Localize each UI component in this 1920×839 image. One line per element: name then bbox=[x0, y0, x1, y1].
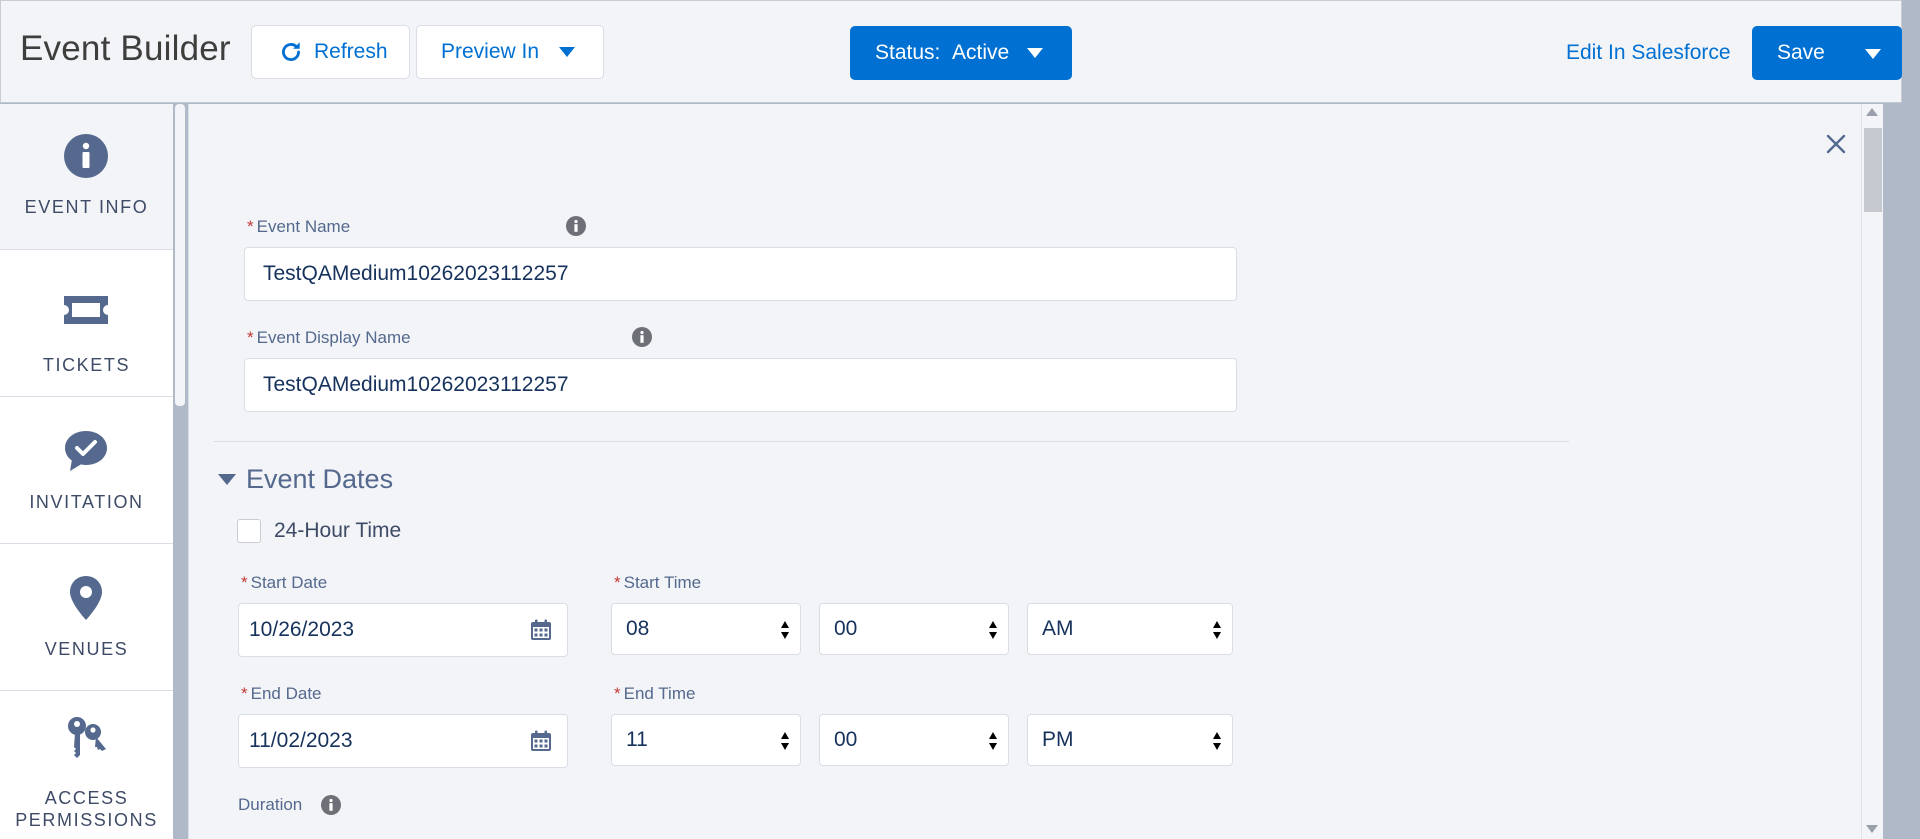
required-indicator: * bbox=[241, 684, 248, 703]
start-time-label-text: Start Time bbox=[623, 573, 702, 592]
required-indicator: * bbox=[247, 328, 254, 347]
select-arrows-icon bbox=[989, 621, 997, 639]
sidebar-item-label: ACCESS bbox=[44, 788, 129, 808]
start-minute-value: 00 bbox=[834, 617, 858, 640]
sidebar-item-label: EVENT INFO bbox=[24, 197, 149, 217]
save-menu-chevron-icon[interactable] bbox=[1865, 49, 1881, 59]
info-icon[interactable] bbox=[631, 326, 653, 348]
calendar-icon[interactable] bbox=[529, 618, 553, 642]
main-scrollbar-thumb[interactable] bbox=[1864, 128, 1882, 212]
start-hour-select[interactable]: 08 bbox=[611, 603, 801, 655]
required-indicator: * bbox=[241, 573, 248, 592]
select-arrows-icon bbox=[781, 621, 789, 639]
close-icon[interactable] bbox=[1822, 130, 1850, 158]
24-hour-time-checkbox[interactable] bbox=[237, 519, 261, 543]
preview-in-button[interactable]: Preview In bbox=[416, 25, 604, 79]
event-display-name-label-text: Event Display Name bbox=[256, 328, 411, 347]
keys-icon bbox=[68, 717, 106, 758]
scroll-up-arrow-icon[interactable] bbox=[1866, 108, 1878, 116]
event-display-name-input[interactable]: TestQAMedium10262023112257 bbox=[244, 358, 1237, 412]
end-minute-value: 00 bbox=[834, 728, 858, 751]
chat-check-icon bbox=[65, 431, 107, 471]
event-display-name-label: * Event Display Name bbox=[247, 328, 411, 348]
select-arrows-icon bbox=[1213, 621, 1221, 639]
refresh-label: Refresh bbox=[314, 40, 388, 63]
duration-label: Duration bbox=[238, 795, 303, 814]
window-scrollbar[interactable] bbox=[1883, 104, 1920, 839]
end-time-label-text: End Time bbox=[623, 684, 696, 703]
info-icon[interactable] bbox=[565, 215, 587, 237]
preview-label: Preview In bbox=[441, 40, 540, 63]
sidebar-item-invitation[interactable]: INVITATION bbox=[0, 397, 173, 544]
chevron-down-icon bbox=[559, 47, 576, 57]
event-info-panel: * Event Name TestQAMedium10262023112257 *… bbox=[188, 104, 1861, 839]
24-hour-time-label: 24-Hour Time bbox=[274, 519, 402, 542]
required-indicator: * bbox=[247, 217, 254, 236]
location-pin-icon bbox=[70, 576, 102, 620]
sidebar-item-label-line2: PERMISSIONS bbox=[15, 810, 158, 830]
event-dates-section-toggle[interactable]: Event Dates bbox=[218, 464, 393, 495]
start-ampm-select[interactable]: AM bbox=[1027, 603, 1233, 655]
outer-scroll-top bbox=[1902, 0, 1920, 104]
start-date-label: * Start Date bbox=[241, 573, 327, 593]
event-name-label: * Event Name bbox=[247, 217, 350, 237]
builder-sidebar: EVENT INFO TICKETS INVITATION VENUES ACC… bbox=[0, 104, 173, 839]
app-title: Event Builder bbox=[20, 29, 231, 68]
start-date-value: 10/26/2023 bbox=[249, 618, 355, 641]
status-dropdown-button[interactable]: Status: Active bbox=[850, 26, 1072, 80]
calendar-icon[interactable] bbox=[529, 729, 553, 753]
ticket-icon bbox=[64, 296, 108, 324]
sidebar-item-venues[interactable]: VENUES bbox=[0, 544, 173, 691]
info-icon[interactable] bbox=[320, 794, 342, 816]
sidebar-item-event-info[interactable]: EVENT INFO bbox=[0, 104, 173, 250]
start-minute-select[interactable]: 00 bbox=[819, 603, 1009, 655]
sidebar-item-tickets[interactable]: TICKETS bbox=[0, 250, 173, 397]
sidebar-item-access-permissions[interactable]: ACCESS PERMISSIONS bbox=[0, 691, 173, 839]
edit-in-salesforce-link[interactable]: Edit In Salesforce bbox=[1566, 41, 1731, 65]
status-value: Active bbox=[952, 41, 1010, 64]
end-ampm-value: PM bbox=[1042, 728, 1074, 751]
end-date-label-text: End Date bbox=[250, 684, 322, 703]
end-date-label: * End Date bbox=[241, 684, 322, 704]
section-title: Event Dates bbox=[246, 464, 394, 494]
end-hour-value: 11 bbox=[626, 728, 648, 751]
sidebar-item-label: TICKETS bbox=[42, 355, 131, 375]
start-date-input[interactable]: 10/26/2023 bbox=[238, 603, 568, 657]
sidebar-scrollbar-thumb[interactable] bbox=[175, 104, 185, 406]
save-button[interactable]: Save bbox=[1752, 26, 1902, 80]
end-minute-select[interactable]: 00 bbox=[819, 714, 1009, 766]
main-scrollbar[interactable] bbox=[1861, 104, 1883, 839]
start-hour-value: 08 bbox=[626, 617, 650, 640]
sidebar-item-label: VENUES bbox=[44, 639, 129, 659]
app-header: Event Builder Refresh Preview In Status:… bbox=[0, 0, 1902, 103]
end-hour-select[interactable]: 11 bbox=[611, 714, 801, 766]
end-date-input[interactable]: 11/02/2023 bbox=[238, 714, 568, 768]
start-time-label: * Start Time bbox=[614, 573, 701, 593]
required-indicator: * bbox=[614, 684, 621, 703]
chevron-down-icon bbox=[1027, 48, 1044, 58]
select-arrows-icon bbox=[1213, 732, 1221, 750]
select-arrows-icon bbox=[781, 732, 789, 750]
refresh-icon bbox=[282, 42, 300, 61]
save-label: Save bbox=[1777, 41, 1825, 64]
select-arrows-icon bbox=[989, 732, 997, 750]
status-prefix: Status: bbox=[875, 41, 941, 64]
info-icon bbox=[64, 134, 108, 178]
start-date-label-text: Start Date bbox=[250, 573, 328, 592]
collapse-triangle-icon bbox=[218, 474, 236, 485]
sidebar-scrollbar[interactable] bbox=[173, 104, 188, 839]
end-date-value: 11/02/2023 bbox=[249, 729, 353, 752]
end-ampm-select[interactable]: PM bbox=[1027, 714, 1233, 766]
required-indicator: * bbox=[614, 573, 621, 592]
event-name-label-text: Event Name bbox=[256, 217, 351, 236]
start-ampm-value: AM bbox=[1042, 617, 1074, 640]
refresh-button[interactable]: Refresh bbox=[251, 25, 410, 79]
event-name-input[interactable]: TestQAMedium10262023112257 bbox=[244, 247, 1237, 301]
sidebar-item-label: INVITATION bbox=[29, 492, 144, 512]
end-time-label: * End Time bbox=[614, 684, 695, 704]
scroll-down-arrow-icon[interactable] bbox=[1866, 825, 1878, 833]
section-divider bbox=[214, 441, 1569, 442]
